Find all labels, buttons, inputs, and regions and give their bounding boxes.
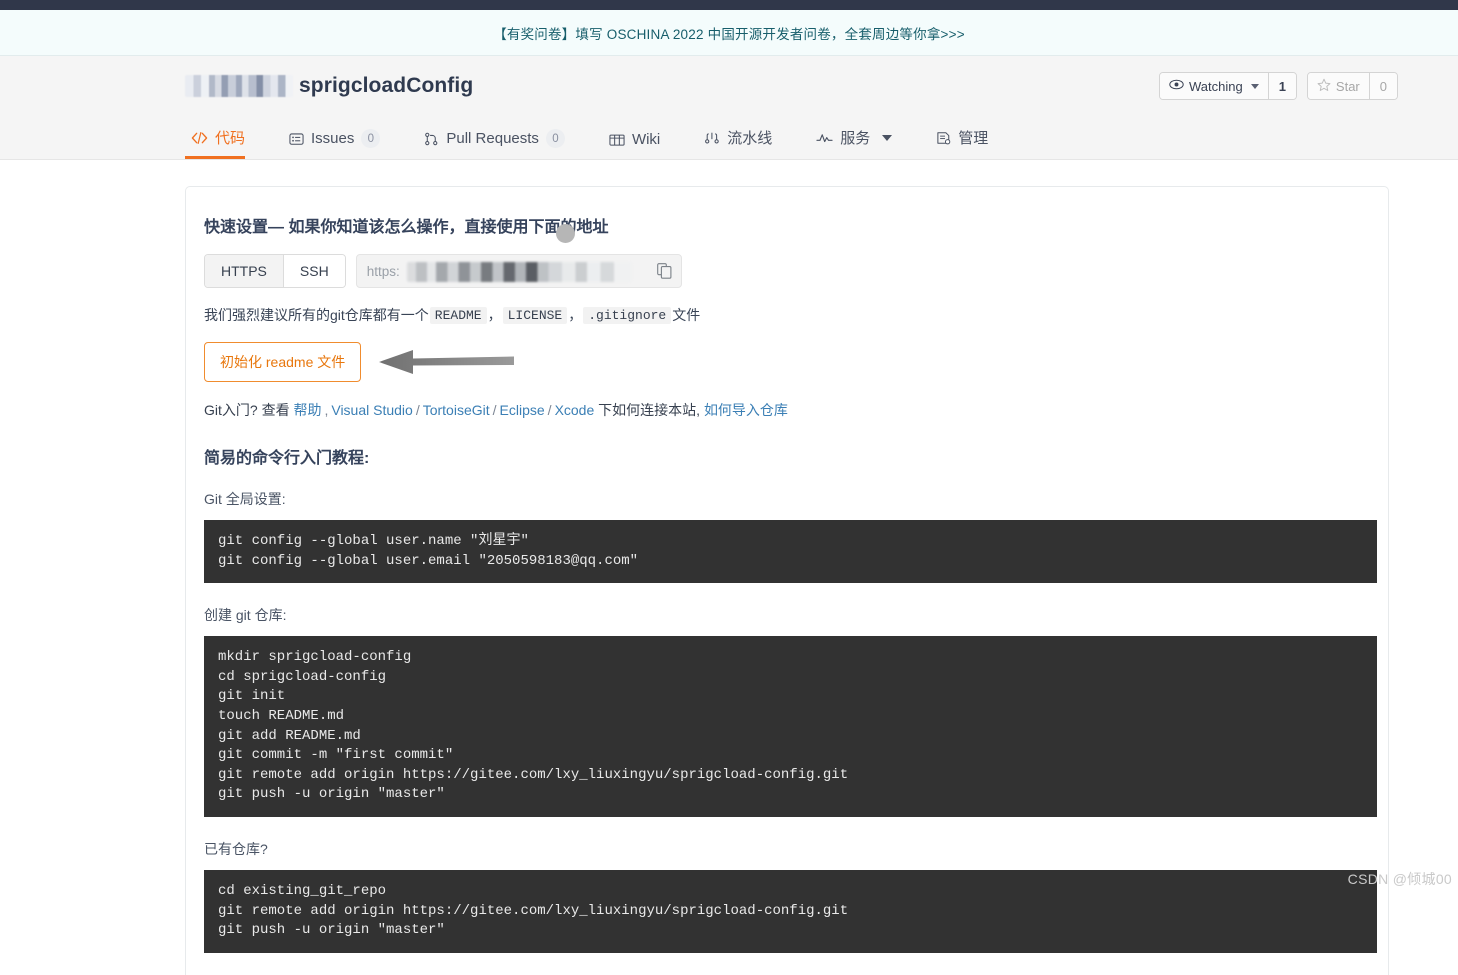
tab-code[interactable]: 代码 (185, 127, 267, 159)
quickstart-heading: 快速设置— 如果你知道该怎么操作，直接使用下面的地址 (204, 213, 1388, 237)
tab-label-manage: 管理 (958, 127, 988, 148)
code-block-global-config[interactable]: git config --global user.name "刘星宇" git … (204, 520, 1377, 583)
tab-wiki[interactable]: Wiki (587, 131, 682, 159)
star-button-group[interactable]: Star 0 (1307, 72, 1398, 100)
tutorial-label-create-repo: 创建 git 仓库: (204, 605, 1388, 625)
star-label: Star (1336, 79, 1360, 94)
link-import-repo[interactable]: 如何导入仓库 (704, 402, 788, 418)
watch-label: Watching (1189, 79, 1243, 94)
repo-name[interactable]: sprigcloadConfig (299, 74, 473, 98)
csdn-watermark: CSDN @倾城00 (1348, 869, 1452, 889)
tab-manage[interactable]: 管理 (914, 127, 1010, 159)
pull-request-icon (424, 132, 439, 146)
file-chip-gitignore: .gitignore (583, 307, 671, 324)
advice-sep-1: ， (488, 305, 502, 325)
tab-pipeline[interactable]: 流水线 (682, 127, 794, 159)
eye-icon (1169, 78, 1184, 94)
mouse-cursor-dot (556, 224, 575, 243)
left-arrow-annotation (373, 345, 518, 379)
tab-label-issues: Issues (311, 130, 354, 147)
watch-count: 1 (1268, 73, 1296, 99)
tab-label-wiki: Wiki (632, 131, 660, 148)
tab-label-pull-requests: Pull Requests (446, 130, 539, 147)
tab-label-pipeline: 流水线 (727, 127, 772, 148)
tab-badge-pull-requests: 0 (546, 129, 565, 148)
git-help-line: Git入门? 查看 帮助,Visual Studio/TortoiseGit/E… (204, 400, 1388, 420)
tutorial-heading: 简易的命令行入门教程: (204, 444, 1388, 468)
link-xcode[interactable]: Xcode (555, 402, 595, 418)
announcement-text: 【有奖问卷】填写 OSCHINA 2022 中国开源开发者问卷，全套周边等你拿>… (493, 23, 965, 43)
tab-issues[interactable]: Issues 0 (267, 129, 402, 159)
announcement-banner[interactable]: 【有奖问卷】填写 OSCHINA 2022 中国开源开发者问卷，全套周边等你拿>… (0, 10, 1458, 56)
top-dark-strip (0, 0, 1458, 10)
advice-suffix: 文件 (672, 305, 700, 325)
repo-nav-tabs: 代码 Issues 0 (185, 115, 1010, 159)
code-icon (191, 131, 208, 145)
clone-url-text: https: (367, 264, 400, 279)
watch-button-group[interactable]: Watching 1 (1159, 72, 1297, 100)
init-readme-row: 初始化 readme 文件 (204, 342, 1388, 382)
link-eclipse[interactable]: Eclipse (500, 402, 545, 418)
watch-button[interactable]: Watching (1160, 73, 1268, 99)
tutorial-label-global-config: Git 全局设置: (204, 489, 1388, 509)
protocol-toggle[interactable]: HTTPS SSH (204, 254, 346, 288)
tab-pull-requests[interactable]: Pull Requests 0 (402, 129, 587, 159)
tab-service[interactable]: 服务 (794, 127, 914, 159)
code-block-existing-repo[interactable]: cd existing_git_repo git remote add orig… (204, 870, 1377, 953)
clone-url-field[interactable]: https: (356, 254, 682, 288)
repo-owner-redacted (185, 75, 293, 97)
advice-prefix: 我们强烈建议所有的git仓库都有一个 (204, 305, 429, 325)
tab-label-code: 代码 (215, 127, 245, 148)
quickstart-card: 快速设置— 如果你知道该怎么操作，直接使用下面的地址 HTTPS SSH htt… (185, 186, 1389, 975)
link-visual-studio[interactable]: Visual Studio (331, 402, 412, 418)
link-help[interactable]: 帮助 (293, 402, 321, 418)
book-icon (609, 133, 625, 147)
git-help-view: 查看 (262, 402, 290, 418)
readme-advice-line: 我们强烈建议所有的git仓库都有一个 README ， LICENSE ， .g… (204, 305, 1388, 325)
service-icon (816, 131, 833, 145)
clone-url-redacted (407, 262, 632, 282)
advice-sep-2: ， (568, 305, 582, 325)
init-readme-button[interactable]: 初始化 readme 文件 (204, 342, 361, 382)
chevron-down-icon (1251, 84, 1259, 89)
link-tortoisegit[interactable]: TortoiseGit (423, 402, 490, 418)
star-button[interactable]: Star (1308, 73, 1369, 99)
copy-icon[interactable] (657, 263, 672, 284)
protocol-https-button[interactable]: HTTPS (205, 255, 283, 287)
issue-icon (289, 132, 304, 146)
repo-header: sprigcloadConfig Watching 1 (0, 56, 1458, 160)
tab-label-service: 服务 (840, 127, 870, 148)
chevron-down-icon (882, 135, 892, 141)
tutorial-label-existing-repo: 已有仓库? (204, 839, 1388, 859)
protocol-ssh-button[interactable]: SSH (283, 255, 345, 287)
manage-icon (936, 131, 951, 145)
code-block-create-repo[interactable]: mkdir sprigcload-config cd sprigcload-co… (204, 636, 1377, 817)
clone-url-row: HTTPS SSH https: (204, 254, 1388, 288)
git-help-prefix: Git入门? (204, 402, 258, 418)
git-help-mid: 下如何连接本站, (598, 402, 700, 418)
star-count: 0 (1369, 73, 1397, 99)
star-icon (1317, 78, 1331, 95)
file-chip-readme: README (430, 307, 487, 324)
repo-actions: Watching 1 Star 0 (1159, 72, 1398, 100)
file-chip-license: LICENSE (503, 307, 568, 324)
tab-badge-issues: 0 (361, 129, 380, 148)
pipeline-icon (704, 131, 720, 145)
